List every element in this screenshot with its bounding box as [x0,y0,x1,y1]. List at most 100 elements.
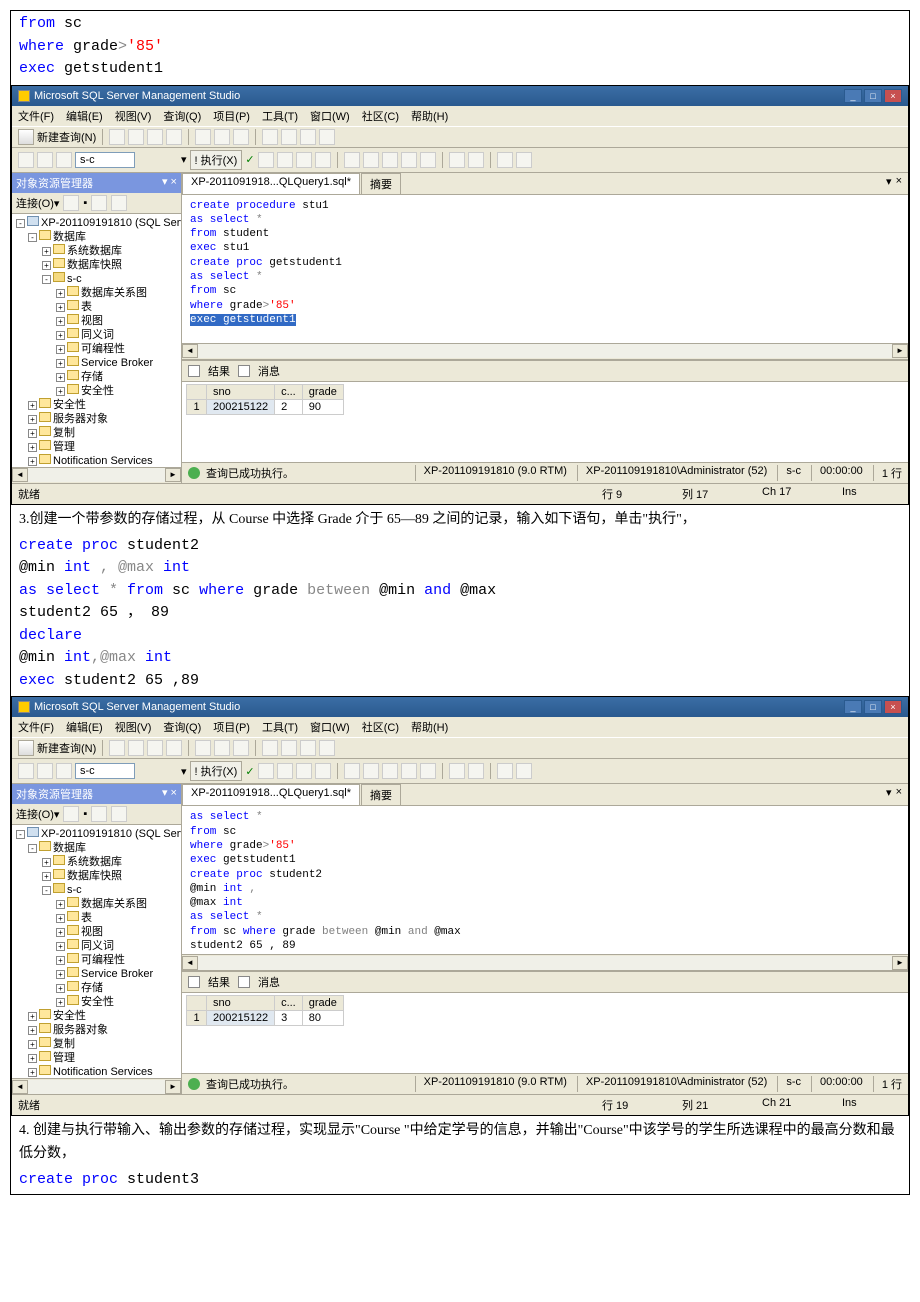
tree[interactable]: -XP-201109191810 (SQL Server 9.0.1399 - … [12,214,181,467]
toolbar-icon[interactable] [258,152,274,168]
toolbar-icon[interactable] [128,740,144,756]
menu-project[interactable]: 项目(P) [213,108,250,124]
toolbar-icon[interactable] [344,763,360,779]
toolbar-icon[interactable] [262,740,278,756]
database-combo[interactable]: s-c [75,763,135,779]
results-grid[interactable]: snoc...grade 1200215122290 [182,382,908,462]
toolbar-icon[interactable] [277,152,293,168]
toolbar-icon[interactable] [382,763,398,779]
menu-tools[interactable]: 工具(T) [262,719,298,735]
toolbar-icon[interactable] [214,740,230,756]
filter-icon[interactable] [111,806,127,822]
maximize-button[interactable]: □ [864,89,882,103]
menu-file[interactable]: 文件(F) [18,719,54,735]
toolbar-icon[interactable] [56,152,72,168]
results-grid[interactable]: snoc...grade 1200215122380 [182,993,908,1073]
menu-query[interactable]: 查询(Q) [163,719,201,735]
toolbar-icon[interactable] [344,152,360,168]
sql-editor[interactable]: as select * from sc where grade>'85' exe… [182,806,908,954]
toolbar-icon[interactable] [37,152,53,168]
menu-query[interactable]: 查询(Q) [163,108,201,124]
menu-help[interactable]: 帮助(H) [411,719,448,735]
toolbar-icon[interactable] [277,763,293,779]
toolbar-icon[interactable] [109,740,125,756]
tab-dropdown-icon[interactable]: ▾ [886,175,892,192]
toolbar-icon[interactable] [468,763,484,779]
toolbar-icon[interactable] [420,763,436,779]
outdent-icon[interactable] [516,152,532,168]
toolbar-icon[interactable] [258,763,274,779]
toolbar-icon[interactable] [214,129,230,145]
menu-window[interactable]: 窗口(W) [310,719,350,735]
toolbar-icon[interactable] [262,129,278,145]
toolbar-icon[interactable] [147,129,163,145]
toolbar-icon[interactable] [147,740,163,756]
sql-editor[interactable]: create procedure stu1 as select * from s… [182,195,908,343]
toolbar-icon[interactable] [166,129,182,145]
toolbar-icon[interactable] [401,763,417,779]
panel-close-icon[interactable]: ▾ × [162,786,177,802]
minimize-button[interactable]: _ [844,700,862,714]
refresh-icon[interactable] [91,806,107,822]
menu-tools[interactable]: 工具(T) [262,108,298,124]
toolbar-icon[interactable] [195,740,211,756]
toolbar-icon[interactable] [300,129,316,145]
toolbar-icon[interactable] [449,763,465,779]
tab-messages[interactable]: 消息 [258,974,280,990]
toolbar-icon[interactable] [166,740,182,756]
toolbar-icon[interactable] [449,152,465,168]
execute-button[interactable]: ! 执行(X) [190,150,243,170]
tab-close-icon[interactable]: × [896,786,902,803]
toolbar-icon[interactable] [319,740,335,756]
toolbar-icon[interactable] [281,740,297,756]
database-combo[interactable]: s-c [75,152,135,168]
menu-edit[interactable]: 编辑(E) [66,719,103,735]
outdent-icon[interactable] [516,763,532,779]
toolbar-icon[interactable] [109,129,125,145]
close-button[interactable]: × [884,89,902,103]
new-query-label[interactable]: 新建查询(N) [37,740,96,756]
menu-view[interactable]: 视图(V) [115,719,152,735]
toolbar-icon[interactable] [468,152,484,168]
new-query-icon[interactable] [18,129,34,145]
indent-icon[interactable] [497,763,513,779]
toolbar-icon[interactable] [401,152,417,168]
tab-results[interactable]: 结果 [208,974,230,990]
toolbar-icon[interactable] [382,152,398,168]
refresh-icon[interactable] [91,195,107,211]
tree[interactable]: -XP-201109191810 (SQL Server 9.0.1399 - … [12,825,181,1078]
toolbar-icon[interactable] [315,152,331,168]
connect-button[interactable]: 连接(O)▾ [16,195,59,211]
toolbar-icon[interactable] [128,129,144,145]
toolbar-icon[interactable] [18,152,34,168]
toolbar-icon[interactable] [37,763,53,779]
menu-project[interactable]: 项目(P) [213,719,250,735]
toolbar-icon[interactable] [56,763,72,779]
toolbar-icon[interactable] [18,763,34,779]
toolbar-icon[interactable] [420,152,436,168]
toolbar-icon[interactable] [63,195,79,211]
toolbar-icon[interactable] [363,763,379,779]
tab-close-icon[interactable]: × [896,175,902,192]
tab-dropdown-icon[interactable]: ▾ [886,786,892,803]
menu-file[interactable]: 文件(F) [18,108,54,124]
menu-edit[interactable]: 编辑(E) [66,108,103,124]
new-query-icon[interactable] [18,740,34,756]
indent-icon[interactable] [497,152,513,168]
toolbar-icon[interactable] [315,763,331,779]
toolbar-icon[interactable] [300,740,316,756]
panel-close-icon[interactable]: ▾ × [162,175,177,191]
menu-view[interactable]: 视图(V) [115,108,152,124]
close-button[interactable]: × [884,700,902,714]
toolbar-icon[interactable] [281,129,297,145]
toolbar-icon[interactable] [195,129,211,145]
connect-button[interactable]: 连接(O)▾ [16,806,59,822]
toolbar-icon[interactable] [319,129,335,145]
toolbar-icon[interactable] [296,763,312,779]
execute-button[interactable]: ! 执行(X) [190,761,243,781]
toolbar-icon[interactable] [233,740,249,756]
tab-summary[interactable]: 摘要 [361,784,401,805]
menu-community[interactable]: 社区(C) [362,719,399,735]
menu-window[interactable]: 窗口(W) [310,108,350,124]
menu-help[interactable]: 帮助(H) [411,108,448,124]
